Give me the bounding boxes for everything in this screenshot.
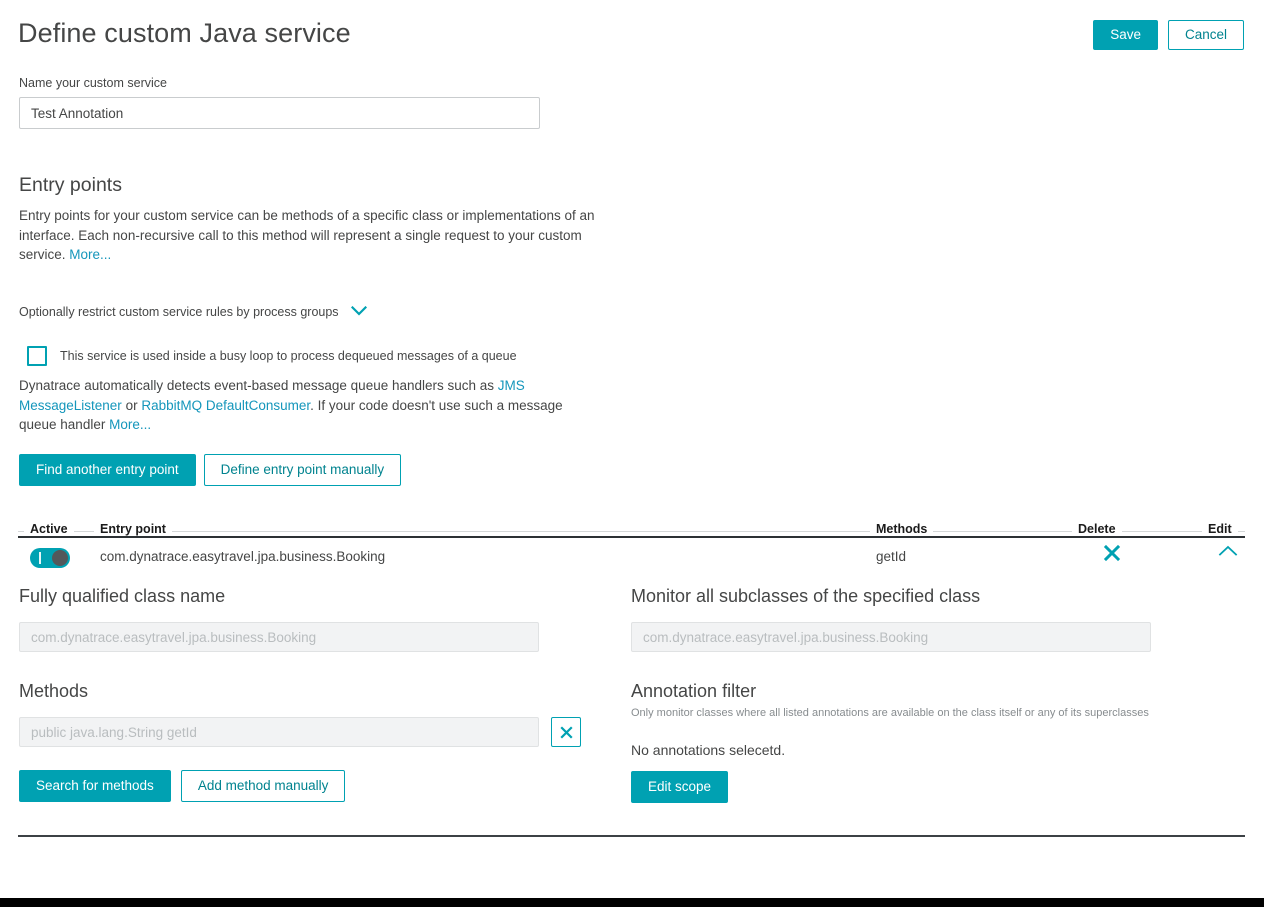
- entry-points-more-link[interactable]: More...: [69, 247, 111, 262]
- add-method-manually-button[interactable]: Add method manually: [180, 770, 346, 802]
- close-x-icon: [559, 725, 573, 739]
- methods-actions: Search for methods Add method manually: [19, 770, 619, 802]
- queue-desc-part-2: or: [121, 397, 142, 413]
- remove-method-button[interactable]: [551, 717, 581, 747]
- subclasses-label: Monitor all subclasses of the specified …: [631, 586, 981, 606]
- close-x-icon: [1103, 544, 1121, 562]
- column-header-active: Active: [24, 522, 74, 536]
- annotation-filter-sublabel: Only monitor classes where all listed an…: [631, 707, 1149, 719]
- page-header: Define custom Java service Save Cancel: [0, 0, 1264, 70]
- busy-loop-checkbox-row[interactable]: This service is used inside a busy loop …: [27, 346, 517, 366]
- queue-handler-more-link[interactable]: More...: [109, 417, 151, 432]
- column-header-delete: Delete: [1072, 522, 1122, 536]
- busy-loop-checkbox-label: This service is used inside a busy loop …: [60, 349, 517, 363]
- chevron-up-icon: [1218, 545, 1238, 556]
- restrict-process-groups-row[interactable]: Optionally restrict custom service rules…: [19, 303, 367, 321]
- queue-handler-description: Dynatrace automatically detects event-ba…: [19, 376, 591, 435]
- page-title: Define custom Java service: [18, 18, 351, 48]
- active-toggle[interactable]: [30, 548, 70, 568]
- methods-label: Methods: [19, 681, 89, 701]
- entry-points-table: Active Entry point Methods Delete Edit c…: [18, 518, 1245, 580]
- define-entry-point-manually-button[interactable]: Define entry point manually: [203, 454, 402, 486]
- column-header-entry-point: Entry point: [94, 522, 172, 536]
- chevron-down-icon[interactable]: [350, 303, 367, 321]
- annotation-filter-empty-text: No annotations selecetd.: [631, 742, 786, 758]
- edit-scope-button[interactable]: Edit scope: [631, 771, 729, 803]
- delete-row-button[interactable]: [1092, 544, 1132, 567]
- custom-java-service-page: Define custom Java service Save Cancel N…: [0, 0, 1264, 907]
- toggle-knob: [52, 550, 68, 566]
- service-name-label: Name your custom service: [19, 76, 167, 90]
- queue-desc-part-1: Dynatrace automatically detects event-ba…: [19, 378, 498, 393]
- busy-loop-checkbox[interactable]: [27, 346, 47, 366]
- rabbitmq-defaultconsumer-link[interactable]: RabbitMQ DefaultConsumer: [141, 398, 310, 413]
- service-name-input[interactable]: [19, 97, 540, 129]
- cancel-button[interactable]: Cancel: [1167, 20, 1244, 50]
- column-header-edit: Edit: [1202, 522, 1238, 536]
- restrict-process-groups-label: Optionally restrict custom service rules…: [19, 305, 339, 319]
- column-header-methods: Methods: [870, 522, 934, 536]
- subclasses-input[interactable]: [631, 622, 1151, 652]
- class-name-label: Fully qualified class name: [19, 586, 226, 606]
- table-row: com.dynatrace.easytravel.jpa.business.Bo…: [18, 536, 1245, 580]
- methods-input-row: [19, 717, 619, 747]
- table-header-rule: [18, 531, 1245, 532]
- row-entry-point: com.dynatrace.easytravel.jpa.business.Bo…: [100, 549, 386, 564]
- header-actions: Save Cancel: [1093, 20, 1244, 50]
- entry-points-description: Entry points for your custom service can…: [19, 206, 599, 265]
- save-button[interactable]: Save: [1093, 20, 1158, 50]
- footer-bar: [0, 898, 1264, 907]
- row-methods: getId: [876, 549, 907, 564]
- toggle-on-indicator: [39, 552, 41, 564]
- table-header-row: Active Entry point Methods Delete Edit: [18, 518, 1245, 538]
- detail-right-column: Monitor all subclasses of the specified …: [631, 586, 1231, 803]
- entry-point-actions: Find another entry point Define entry po…: [19, 454, 402, 486]
- method-signature-input[interactable]: [19, 717, 539, 747]
- edit-row-button[interactable]: [1208, 544, 1248, 562]
- find-another-entry-point-button[interactable]: Find another entry point: [19, 454, 196, 486]
- search-for-methods-button[interactable]: Search for methods: [19, 770, 171, 802]
- class-name-input[interactable]: [19, 622, 539, 652]
- panel-bottom-divider: [18, 835, 1245, 837]
- annotation-filter-label: Annotation filter: [631, 681, 757, 701]
- entry-points-title: Entry points: [19, 174, 122, 196]
- detail-left-column: Fully qualified class name Methods Searc…: [19, 586, 619, 802]
